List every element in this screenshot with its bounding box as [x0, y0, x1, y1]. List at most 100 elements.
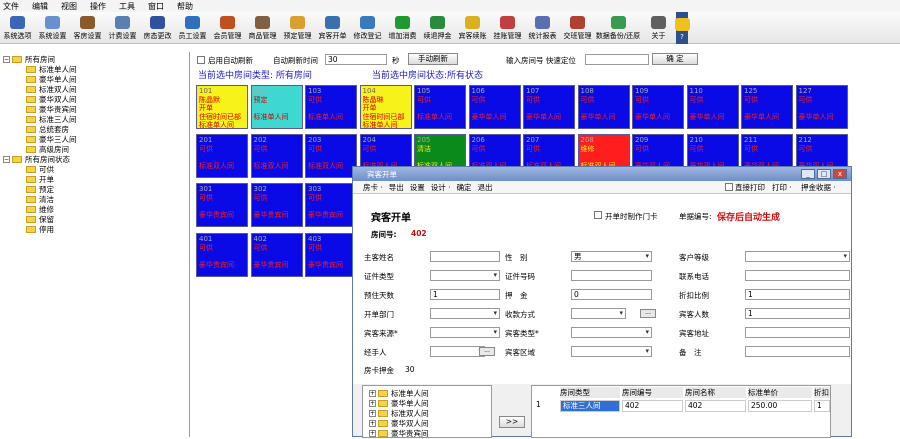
menu-item[interactable]: 操作 [90, 1, 106, 12]
room-tile[interactable]: 401 可供 豪华贵宾间 [196, 233, 248, 277]
auto-refresh-checkbox[interactable] [197, 56, 205, 64]
toolbar-button[interactable]: 增加消费 [385, 12, 420, 44]
id-type-input[interactable] [430, 270, 500, 281]
room-type-node[interactable]: + 豪华单人间 [369, 398, 429, 408]
toolbar-button[interactable]: 计费设置 [105, 12, 140, 44]
days-input[interactable]: 1 [430, 289, 500, 300]
design-menu[interactable]: 设计 · [431, 182, 451, 193]
tree-node-room-type[interactable]: 豪华贵宾间 [26, 104, 77, 114]
room-tile[interactable]: 301 可供 豪华贵宾间 [196, 183, 248, 227]
toolbar-button[interactable]: 交班管理 [560, 12, 595, 44]
guest-count-input[interactable]: 1 [745, 308, 850, 319]
vip-level-input[interactable] [745, 251, 850, 262]
exit-menu[interactable]: 退出 [478, 182, 493, 193]
menu-item[interactable]: 帮助 [177, 1, 193, 12]
room-tile[interactable]: 202 可供 标准双人间 [250, 134, 303, 178]
settings-menu[interactable]: 设置 [410, 182, 425, 193]
tree-node-room-type[interactable]: 豪华单人间 [26, 74, 77, 84]
guest-address-input[interactable] [745, 327, 850, 338]
room-tile[interactable]: 302 可供 豪华贵宾间 [250, 183, 303, 227]
tree-node-room-type[interactable]: 豪华三人间 [26, 134, 77, 144]
department-input[interactable] [430, 308, 500, 319]
guest-name-input[interactable] [430, 251, 500, 262]
room-tile[interactable]: 125 可供 豪华单人间 [741, 85, 793, 129]
expand-icon[interactable]: + [369, 389, 376, 397]
toolbar-button[interactable]: 预定管理 [280, 12, 315, 44]
tree-node-room-type[interactable]: 高级房间 [26, 144, 69, 154]
print-menu[interactable]: 打印 · [772, 182, 792, 193]
tree-node-room-state[interactable]: 维修 [26, 204, 54, 214]
room-tile[interactable]: 103 可供 标准单人间 [305, 85, 357, 129]
deposit-receipt-menu[interactable]: 押金收据 · [801, 182, 836, 193]
deposit-input[interactable]: 0 [571, 289, 652, 300]
tree-node-room-type[interactable]: 标准三人间 [26, 114, 77, 124]
maximize-button[interactable]: □ [817, 169, 831, 179]
grid-cell[interactable]: 402 [685, 400, 746, 412]
tree-node-all-rooms[interactable]: − 所有房间 [3, 54, 55, 64]
room-tile[interactable]: 106 可供 豪华单人间 [468, 85, 521, 129]
id-number-input[interactable] [571, 270, 652, 281]
expand-icon[interactable]: + [369, 399, 376, 407]
tree-node-all-states[interactable]: − 所有房间状态 [3, 154, 70, 164]
tree-node-room-type[interactable]: 标准单人间 [26, 64, 77, 74]
grid-cell[interactable]: 250.00 [748, 400, 812, 412]
tree-node-room-type[interactable]: 标准双人间 [26, 84, 77, 94]
payment-method-input[interactable] [571, 308, 626, 319]
toolbar-button[interactable]: 关于 [641, 12, 676, 44]
toolbar-button[interactable]: 数据备份/还原 [595, 12, 641, 44]
toolbar-button[interactable]: 挂账管理 [490, 12, 525, 44]
tree-node-room-state[interactable]: 停用 [26, 224, 54, 234]
expand-icon[interactable]: + [369, 409, 376, 417]
toolbar-button[interactable]: 统计报表 [525, 12, 560, 44]
room-tile[interactable]: 104 陈晶琳 开单 住宿时间已部 标准单人间 [359, 85, 412, 129]
grid-cell[interactable]: 标准三人间 [560, 400, 620, 412]
room-type-node[interactable]: + 豪华双人间 [369, 418, 429, 428]
ok-menu[interactable]: 确定 [457, 182, 472, 193]
room-tile[interactable]: 102 预定 标准单人间 [250, 85, 303, 129]
direct-print-checkbox[interactable] [725, 183, 733, 191]
room-tile[interactable]: 127 可供 豪华单人间 [795, 85, 848, 129]
gender-input[interactable]: 男 [571, 251, 652, 262]
toolbar-button[interactable]: 宾客续账 [455, 12, 490, 44]
grid-cell[interactable]: 1 [814, 400, 830, 412]
grid-cell[interactable]: 402 [622, 400, 683, 412]
toolbar-button[interactable]: 商品管理 [245, 12, 280, 44]
room-type-node[interactable]: + 标准单人间 [369, 388, 429, 398]
toolbar-button[interactable]: 会员管理 [210, 12, 245, 44]
room-tile[interactable]: 105 可供 标准单人间 [414, 85, 466, 129]
handler-more-button[interactable]: ... [479, 347, 495, 356]
menu-item[interactable]: 视图 [61, 1, 77, 12]
menu-item[interactable]: 文件 [3, 1, 19, 12]
room-tile[interactable]: 109 可供 豪华单人间 [632, 85, 684, 129]
tree-node-room-state[interactable]: 保留 [26, 214, 54, 224]
tree-node-room-state[interactable]: 清洁 [26, 194, 54, 204]
minimize-button[interactable]: _ [801, 169, 815, 179]
guest-type-input[interactable] [571, 327, 652, 338]
tree-node-room-state[interactable]: 开单 [26, 174, 54, 184]
room-card-menu[interactable]: 房卡 · [363, 182, 383, 193]
door-card-checkbox[interactable] [594, 211, 602, 219]
phone-input[interactable] [745, 270, 850, 281]
expand-icon[interactable]: + [369, 419, 376, 427]
menu-item[interactable]: 窗口 [148, 1, 164, 12]
export-menu[interactable]: 导出 [389, 182, 404, 193]
transfer-button[interactable]: >> [499, 416, 525, 428]
toolbar-button[interactable]: 系统设置 [35, 12, 70, 44]
interval-input[interactable]: 30 [325, 54, 387, 65]
room-tile[interactable]: 110 可供 豪华单人间 [686, 85, 739, 129]
menu-item[interactable]: 工具 [119, 1, 135, 12]
tree-node-room-type[interactable]: 总统套房 [26, 124, 69, 134]
toolbar-button[interactable]: ? [674, 12, 690, 44]
quick-locate-input[interactable] [585, 54, 649, 65]
toolbar-button[interactable]: 修改登记 [350, 12, 385, 44]
toolbar-button[interactable]: 宾客开单 [315, 12, 350, 44]
tree-node-room-state[interactable]: 预定 [26, 184, 54, 194]
expand-icon[interactable]: + [369, 429, 376, 437]
confirm-button[interactable]: 确 定 [652, 53, 698, 65]
room-tile[interactable]: 402 可供 豪华贵宾间 [250, 233, 303, 277]
toolbar-button[interactable]: 客房设置 [70, 12, 105, 44]
room-tile[interactable]: 203 可供 标准双人间 [305, 134, 357, 178]
collapse-icon[interactable]: − [3, 55, 10, 63]
room-tile[interactable]: 107 可供 豪华单人间 [523, 85, 575, 129]
guest-area-input[interactable] [571, 346, 652, 357]
